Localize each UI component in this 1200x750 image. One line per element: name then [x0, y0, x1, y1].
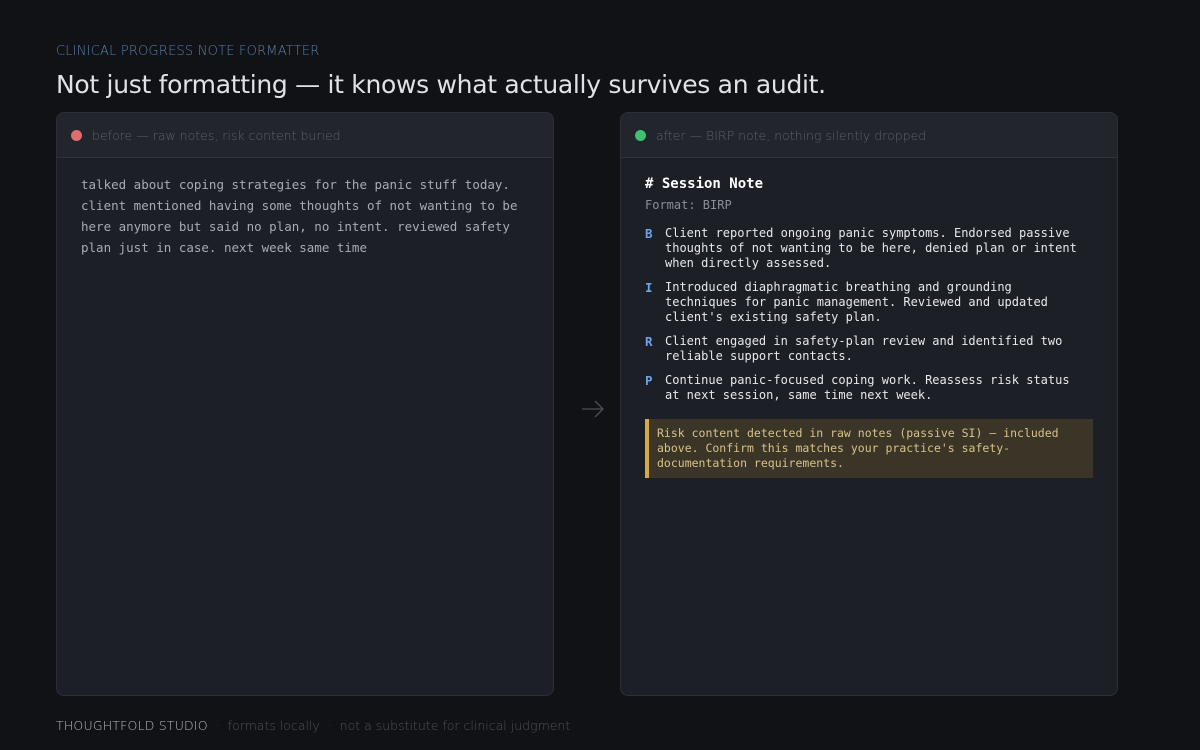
app-eyebrow-title: Clinical Progress Note Formatter [56, 44, 320, 59]
status-dot-green-icon [635, 129, 646, 141]
after-panel-header: after — BIRP note, nothing silently drop… [621, 113, 1117, 158]
arrow-right-icon [582, 400, 604, 418]
birp-item-plan: P Continue panic-focused coping work. Re… [645, 373, 1093, 403]
birp-letter: R [645, 334, 653, 349]
note-format-line: Format: BIRP [645, 198, 732, 212]
note-title: # Session Note [645, 176, 764, 192]
birp-item-response: R Client engaged in safety-plan review a… [645, 334, 1093, 364]
raw-notes-text[interactable]: talked about coping strategies for the p… [57, 158, 553, 258]
birp-text: Client reported ongoing panic symptoms. … [665, 226, 1077, 270]
footer-separator: · [215, 719, 220, 733]
footer-brand: Thoughtfold Studio [56, 718, 208, 733]
after-panel-title: after — BIRP note, nothing silently drop… [656, 127, 927, 143]
risk-alert-callout: Risk content detected in raw notes (pass… [645, 419, 1093, 478]
before-panel-header: before — raw notes, risk content buried [57, 113, 553, 158]
birp-item-behavior: B Client reported ongoing panic symptoms… [645, 226, 1093, 271]
birp-text: Continue panic-focused coping work. Reas… [665, 373, 1070, 402]
birp-text: Introduced diaphragmatic breathing and g… [665, 280, 1048, 324]
footer-note-disclaimer: not a substitute for clinical judgment [339, 718, 571, 733]
footer-note-local: formats locally [227, 718, 320, 733]
footer: Thoughtfold Studio · formats locally · n… [56, 718, 570, 733]
birp-letter: I [645, 280, 653, 295]
before-panel: before — raw notes, risk content buried … [56, 112, 554, 696]
birp-text: Client engaged in safety-plan review and… [665, 334, 1063, 363]
before-panel-title: before — raw notes, risk content buried [92, 127, 341, 143]
after-panel: after — BIRP note, nothing silently drop… [620, 112, 1118, 696]
birp-letter: B [645, 226, 653, 241]
birp-letter: P [645, 373, 653, 388]
status-dot-red-icon [71, 129, 82, 141]
birp-item-intervention: I Introduced diaphragmatic breathing and… [645, 280, 1093, 325]
footer-separator: · [327, 719, 332, 733]
page-headline: Not just formatting — it knows what actu… [56, 70, 826, 99]
formatted-note[interactable]: # Session Note Format: BIRP B Client rep… [621, 158, 1117, 478]
